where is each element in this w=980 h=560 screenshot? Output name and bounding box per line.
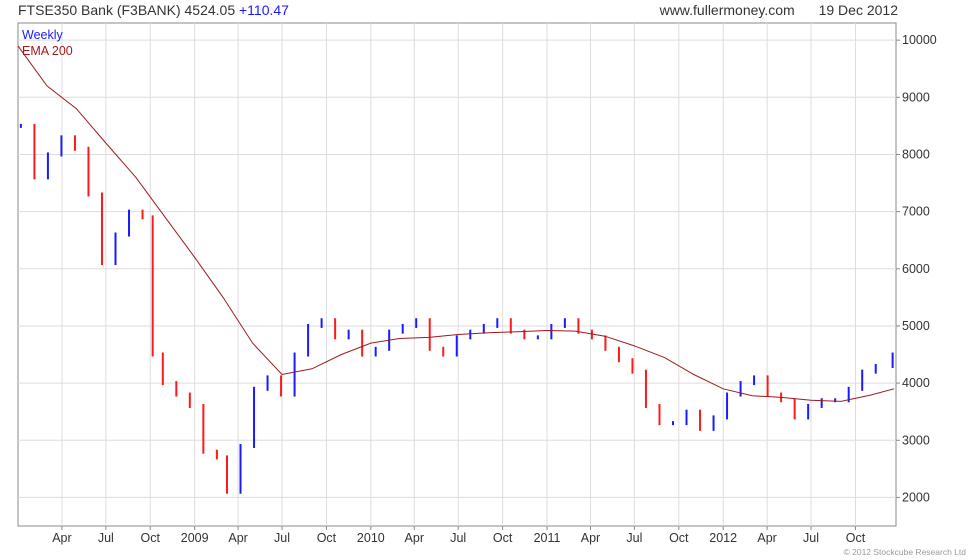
x-tick-label: Oct xyxy=(317,531,337,545)
x-tick-label: Apr xyxy=(405,531,424,545)
y-axis-labels: 2000 3000 4000 5000 6000 7000 8000 9000 10000 xyxy=(902,33,937,504)
x-tick-label: Apr xyxy=(52,531,71,545)
x-axis-labels: Apr Jul Oct 2009 Apr Jul Oct 2010 Apr Jul Oct 2011 A… xyxy=(52,531,866,545)
x-tick-label: Apr xyxy=(757,531,776,545)
x-tick-label: Jul xyxy=(626,531,642,545)
x-tick-label: Apr xyxy=(581,531,600,545)
x-tick-label: Oct xyxy=(141,531,161,545)
copyright-notice: © 2012 Stockcube Research Ltd xyxy=(843,547,966,557)
x-tick-label: Jul xyxy=(98,531,114,545)
legend-weekly: Weekly xyxy=(22,28,64,42)
x-tick-label: Apr xyxy=(228,531,247,545)
y-tick-label: 3000 xyxy=(902,433,930,447)
x-tick-label: Jul xyxy=(450,531,466,545)
y-tick-label: 9000 xyxy=(902,90,930,104)
y-tick-label: 10000 xyxy=(902,33,937,47)
x-tick-label: Jul xyxy=(803,531,819,545)
y-tick-label: 8000 xyxy=(902,147,930,161)
plot-frame xyxy=(17,22,897,527)
x-tick-label: 2012 xyxy=(709,531,737,545)
x-tick-label: 2009 xyxy=(181,531,209,545)
y-tick-label: 4000 xyxy=(902,376,930,390)
y-tick-label: 6000 xyxy=(902,262,930,276)
y-tick-label: 7000 xyxy=(902,205,930,219)
x-tick-label: 2010 xyxy=(357,531,385,545)
weekly-price-chart: 2000 3000 4000 5000 6000 7000 8000 9000 10000 Ap… xyxy=(17,22,937,545)
x-tick-label: Oct xyxy=(846,531,866,545)
y-tick-label: 2000 xyxy=(902,490,930,504)
x-tick-label: Oct xyxy=(493,531,513,545)
y-tick-label: 5000 xyxy=(902,319,930,333)
x-tick-label: 2011 xyxy=(534,531,561,545)
x-tick-label: Jul xyxy=(274,531,290,545)
legend-ema-200: EMA 200 xyxy=(22,44,73,58)
x-tick-label: Oct xyxy=(669,531,689,545)
